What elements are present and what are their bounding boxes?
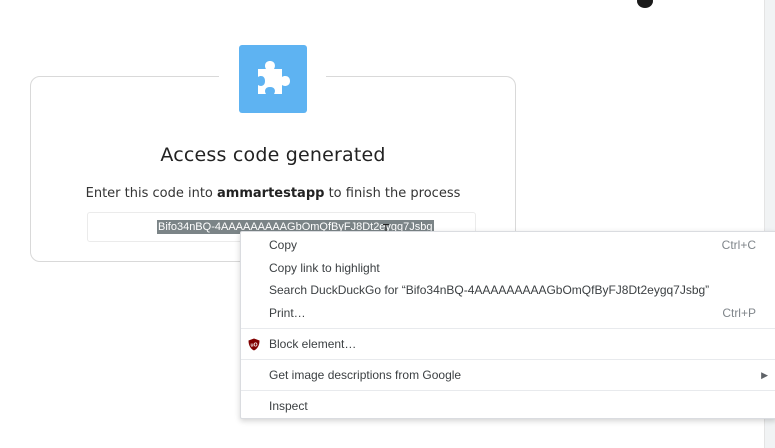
- svg-text:uO: uO: [251, 342, 258, 348]
- menu-item-search-duckduckgo[interactable]: Search DuckDuckGo for “Bifo34nBQ-4AAAAAA…: [241, 279, 775, 301]
- menu-item-label: Block element…: [269, 337, 357, 351]
- ublock-origin-icon: uO: [248, 338, 260, 351]
- page-title: Access code generated: [160, 144, 386, 166]
- app-logo: [239, 45, 307, 113]
- menu-separator: [241, 390, 775, 391]
- menu-separator: [241, 328, 775, 329]
- menu-item-label: Inspect: [269, 399, 308, 413]
- menu-item-copy-link-to-highlight[interactable]: Copy link to highlight: [241, 257, 775, 279]
- menu-item-inspect[interactable]: Inspect: [241, 395, 775, 417]
- menu-item-shortcut: Ctrl+P: [722, 306, 756, 320]
- menu-item-label: Search DuckDuckGo for “Bifo34nBQ-4AAAAAA…: [269, 283, 710, 297]
- menu-item-label: Print…: [269, 306, 306, 320]
- menu-item-label: Copy: [269, 238, 298, 252]
- menu-item-print[interactable]: Print… Ctrl+P: [241, 302, 775, 324]
- instruction-prefix: Enter this code into: [85, 186, 218, 201]
- puzzle-piece-icon: [258, 61, 290, 94]
- context-menu: Copy Ctrl+C Copy link to highlight Searc…: [240, 231, 775, 419]
- menu-separator: [241, 359, 775, 360]
- menu-item-get-image-descriptions[interactable]: Get image descriptions from Google ▶: [241, 364, 775, 386]
- avatar[interactable]: [637, 0, 653, 8]
- menu-item-shortcut: Ctrl+C: [721, 238, 756, 252]
- menu-item-copy[interactable]: Copy Ctrl+C: [241, 234, 775, 256]
- instruction-text: Enter this code into ammartestapp to fin…: [30, 186, 516, 201]
- menu-item-block-element[interactable]: uO Block element…: [241, 333, 775, 355]
- app-name: ammartestapp: [217, 186, 325, 201]
- menu-item-label: Get image descriptions from Google: [269, 368, 462, 382]
- instruction-suffix: to finish the process: [324, 186, 461, 201]
- submenu-arrow-icon: ▶: [761, 370, 768, 380]
- menu-item-label: Copy link to highlight: [269, 261, 380, 275]
